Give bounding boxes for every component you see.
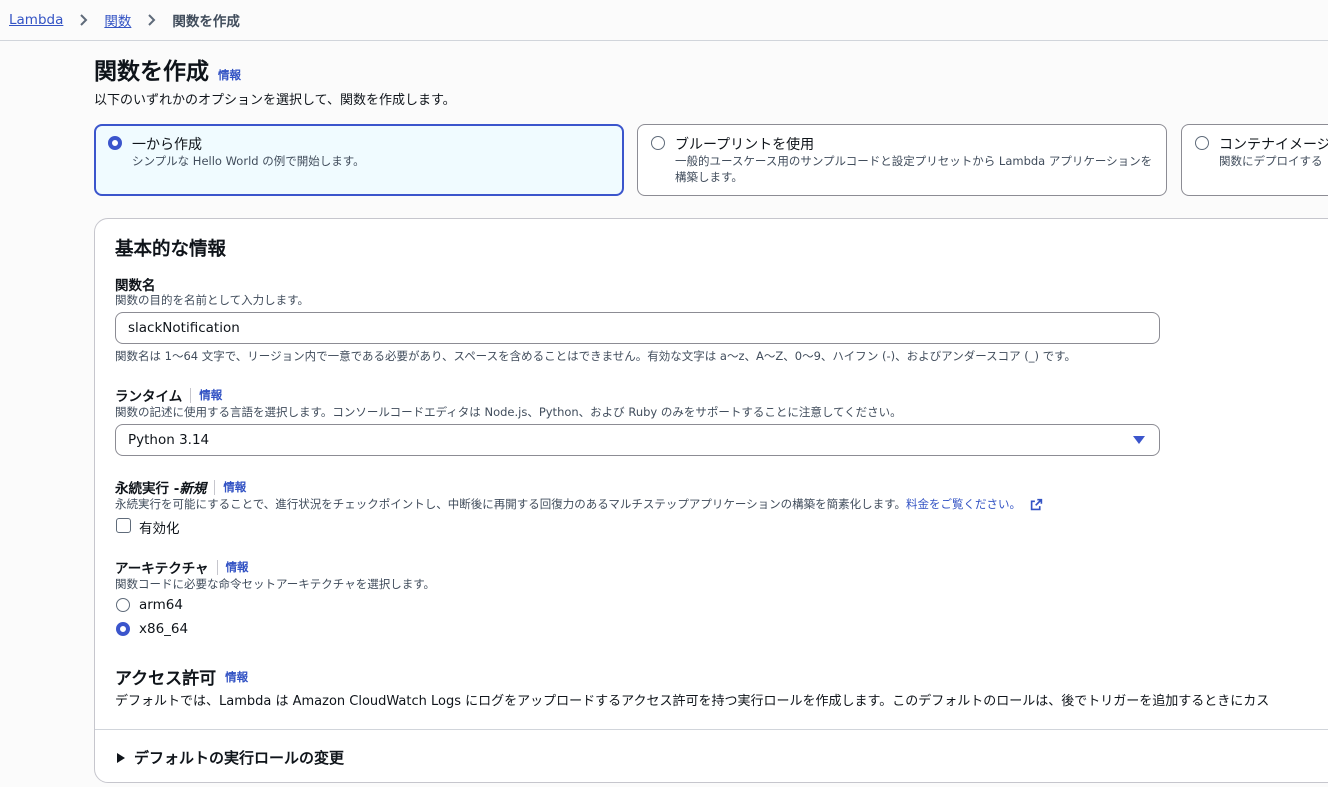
option-title: ブループリントを使用 — [675, 137, 815, 153]
x86-64-label: x86_64 — [139, 621, 189, 637]
permissions-description: デフォルトでは、Lambda は Amazon CloudWatch Logs … — [115, 694, 1270, 709]
permissions-title: アクセス許可 情報 — [115, 664, 248, 689]
basic-info-panel: 基本的な情報 関数名 関数の目的を名前として入力します。 slackNotifi… — [94, 218, 1328, 783]
function-name-value: slackNotification — [128, 320, 240, 336]
function-name-label-text: 関数名 — [115, 278, 156, 294]
chevron-right-icon — [80, 14, 88, 26]
breadcrumb: Lambda 関数 関数を作成 — [9, 10, 240, 30]
pricing-link[interactable]: 料金をご覧ください。 — [906, 497, 1021, 511]
runtime-label-text: ランタイム — [115, 389, 183, 405]
architecture-description: 関数コードに必要な命令セットアーキテクチャを選択します。 — [115, 577, 436, 591]
radio-selected[interactable] — [108, 136, 122, 150]
architecture-label: アーキテクチャ 情報 — [115, 557, 249, 577]
header-divider — [0, 40, 1328, 41]
runtime-description: 関数の記述に使用する言語を選択します。コンソールコードエディタは Node.js… — [115, 405, 902, 419]
permissions-title-text: アクセス許可 — [115, 669, 217, 689]
info-link[interactable]: 情報 — [226, 559, 249, 575]
radio-x86-64[interactable] — [116, 622, 130, 636]
option-description: 関数にデプロイする — [1219, 154, 1323, 168]
breadcrumb-functions[interactable]: 関数 — [104, 10, 131, 30]
architecture-label-text: アーキテクチャ — [115, 561, 209, 577]
info-link[interactable]: 情報 — [218, 67, 241, 83]
durable-description-text: 永続実行を可能にすることで、進行状況をチェックポイントし、中断後に再開する回復力… — [115, 497, 906, 511]
chevron-right-icon — [148, 14, 156, 26]
divider — [95, 729, 1328, 730]
page-title-text: 関数を作成 — [94, 59, 209, 85]
change-default-role-expander[interactable]: デフォルトの実行ロールの変更 — [117, 747, 344, 768]
new-badge: 新規 — [179, 481, 207, 497]
divider — [216, 559, 218, 575]
option-description: シンプルな Hello World の例で開始します。 — [132, 154, 365, 168]
page-title: 関数を作成 情報 — [94, 52, 241, 86]
info-link[interactable]: 情報 — [199, 387, 222, 403]
option-use-blueprint[interactable]: ブループリントを使用 一般的ユースケース用のサンプルコードと設定プリセットから … — [637, 124, 1167, 196]
radio-unselected[interactable] — [1195, 136, 1209, 150]
info-link[interactable]: 情報 — [223, 479, 246, 495]
option-container-image[interactable]: コンテナイメージ 関数にデプロイする — [1181, 124, 1328, 196]
divider — [214, 479, 216, 495]
option-description: 一般的ユースケース用のサンプルコードと設定プリセットから Lambda アプリケ… — [675, 154, 1153, 184]
durable-label: 永続実行 - 新規 情報 — [115, 477, 246, 497]
runtime-select[interactable]: Python 3.14 — [115, 424, 1160, 456]
section-title: 基本的な情報 — [115, 239, 227, 260]
option-title: コンテナイメージ — [1219, 137, 1328, 153]
function-name-description: 関数の目的を名前として入力します。 — [115, 293, 310, 307]
expander-label: デフォルトの実行ロールの変更 — [134, 749, 345, 767]
enable-checkbox[interactable] — [116, 518, 131, 533]
breadcrumb-lambda[interactable]: Lambda — [9, 12, 63, 28]
function-name-input[interactable]: slackNotification — [115, 312, 1160, 344]
runtime-value: Python 3.14 — [128, 432, 210, 448]
info-link[interactable]: 情報 — [225, 669, 248, 685]
caret-down-icon — [1133, 436, 1145, 444]
radio-arm64[interactable] — [116, 598, 130, 612]
option-author-from-scratch[interactable]: 一から作成 シンプルな Hello World の例で開始します。 — [94, 124, 624, 196]
breadcrumb-current: 関数を作成 — [172, 14, 240, 30]
function-name-constraint: 関数名は 1〜64 文字で、リージョン内で一意である必要があり、スペースを含める… — [115, 349, 1077, 363]
durable-description: 永続実行を可能にすることで、進行状況をチェックポイントし、中断後に再開する回復力… — [115, 496, 1043, 512]
external-link-icon[interactable] — [1030, 498, 1043, 511]
radio-unselected[interactable] — [651, 136, 665, 150]
caret-right-icon — [117, 752, 125, 763]
function-name-label: 関数名 — [115, 274, 156, 294]
arm64-label: arm64 — [139, 597, 183, 613]
durable-label-text: 永続実行 - — [115, 481, 180, 497]
option-title: 一から作成 — [132, 137, 202, 153]
enable-label: 有効化 — [139, 521, 180, 537]
divider — [190, 387, 192, 403]
page-description: 以下のいずれかのオプションを選択して、関数を作成します。 — [94, 93, 456, 108]
runtime-label: ランタイム 情報 — [115, 385, 222, 405]
